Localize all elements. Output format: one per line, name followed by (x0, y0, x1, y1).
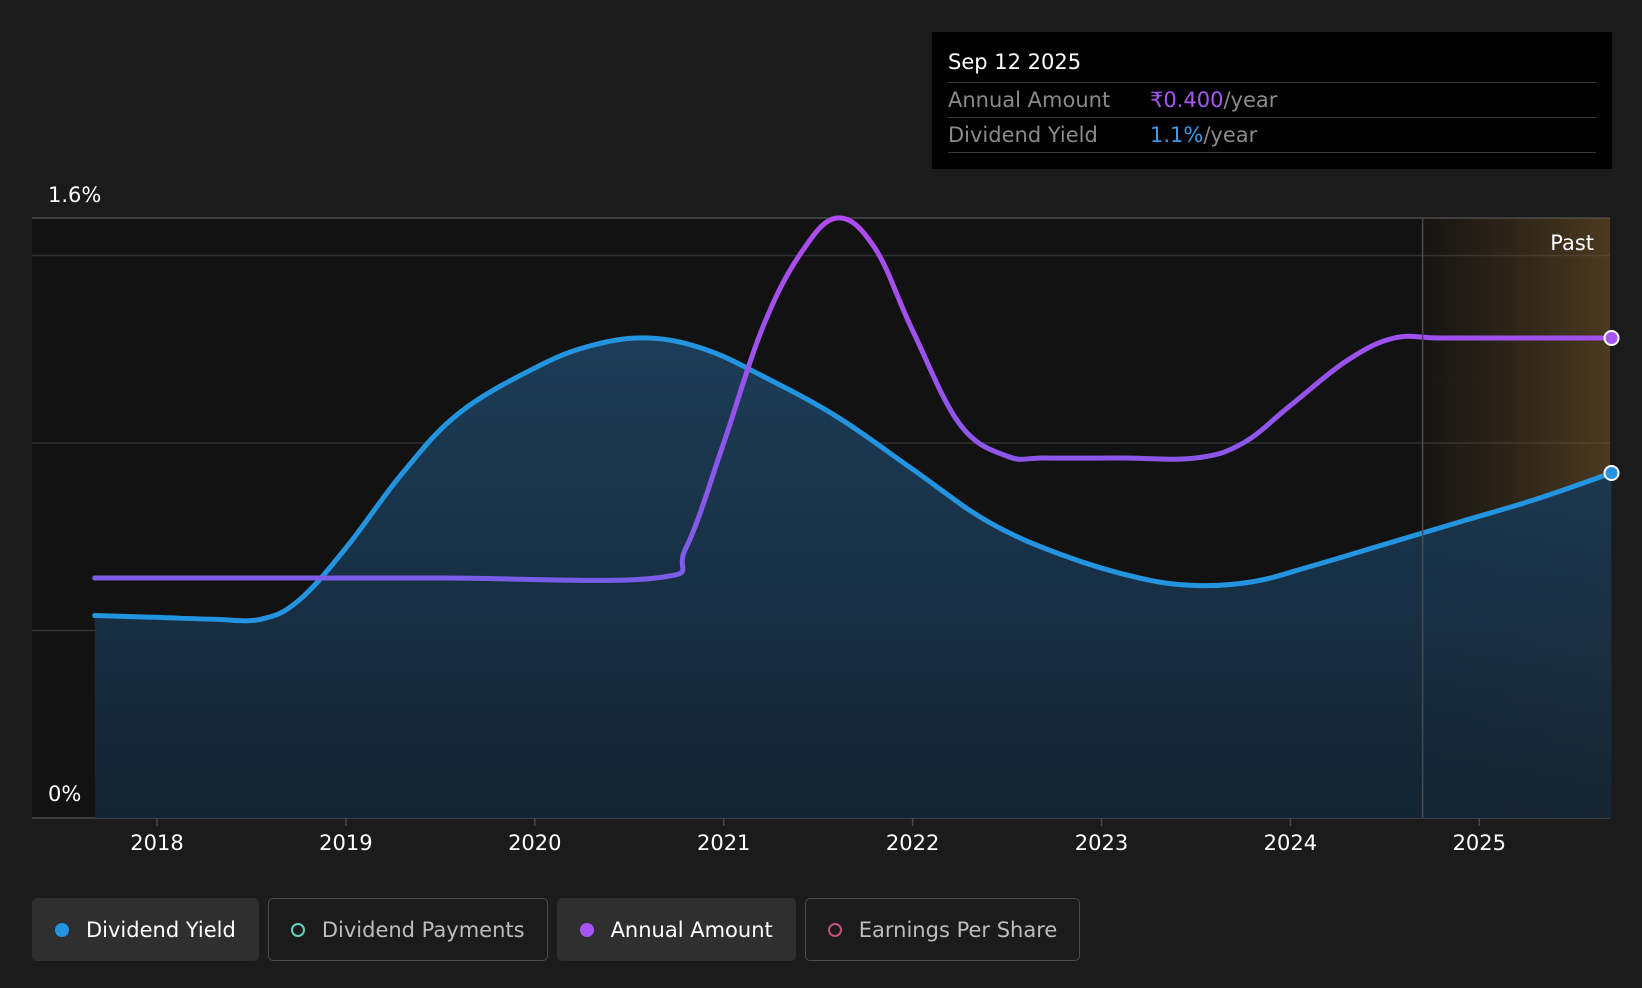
tooltip-unit: /year (1203, 123, 1258, 147)
x-tick-label: 2019 (319, 831, 372, 855)
legend-dot-icon (290, 922, 305, 937)
annual-amount-endpoint[interactable] (1603, 330, 1620, 346)
legend: Dividend Yield Dividend Payments Annual Am… (32, 898, 1081, 961)
legend-dividend-payments[interactable]: Dividend Payments (267, 898, 548, 961)
x-tick-label: 2020 (508, 831, 561, 855)
legend-dividend-yield[interactable]: Dividend Yield (32, 898, 259, 961)
x-tick-label: 2022 (886, 831, 939, 855)
tooltip-label: Dividend Yield (948, 123, 1098, 147)
legend-label: Earnings Per Share (858, 917, 1058, 942)
x-tick-label: 2025 (1453, 831, 1506, 855)
legend-label: Annual Amount (610, 917, 773, 942)
x-tick-label: 2024 (1264, 831, 1317, 855)
tooltip-value: ₹0.400 (1150, 88, 1224, 112)
past-label: Past (1550, 231, 1594, 255)
y-tick-label-top: 1.6% (48, 183, 101, 207)
legend-dot-icon (827, 922, 842, 937)
legend-annual-amount[interactable]: Annual Amount (556, 898, 796, 961)
tooltip-label: Annual Amount (948, 88, 1111, 112)
legend-dot-icon (55, 922, 69, 937)
dividend-yield-endpoint[interactable] (1603, 465, 1620, 481)
legend-earnings-per-share[interactable]: Earnings Per Share (804, 898, 1081, 961)
x-tick-label: 2018 (130, 831, 183, 855)
tooltip: Sep 12 2025 Annual Amount ₹0.400 /year D… (932, 32, 1612, 169)
tooltip-row-annual-amount: Annual Amount ₹0.400 /year (948, 83, 1596, 118)
x-tick-label: 2023 (1075, 831, 1128, 855)
legend-label: Dividend Yield (86, 917, 236, 942)
legend-label: Dividend Payments (321, 917, 525, 942)
legend-dot-icon (579, 922, 594, 937)
y-tick-label-bottom: 0% (48, 782, 81, 806)
tooltip-unit: /year (1223, 88, 1278, 112)
x-tick-label: 2021 (697, 831, 750, 855)
tooltip-date: Sep 12 2025 (948, 32, 1596, 83)
tooltip-value: 1.1% (1150, 123, 1204, 147)
tooltip-row-dividend-yield: Dividend Yield 1.1% /year (948, 118, 1596, 153)
